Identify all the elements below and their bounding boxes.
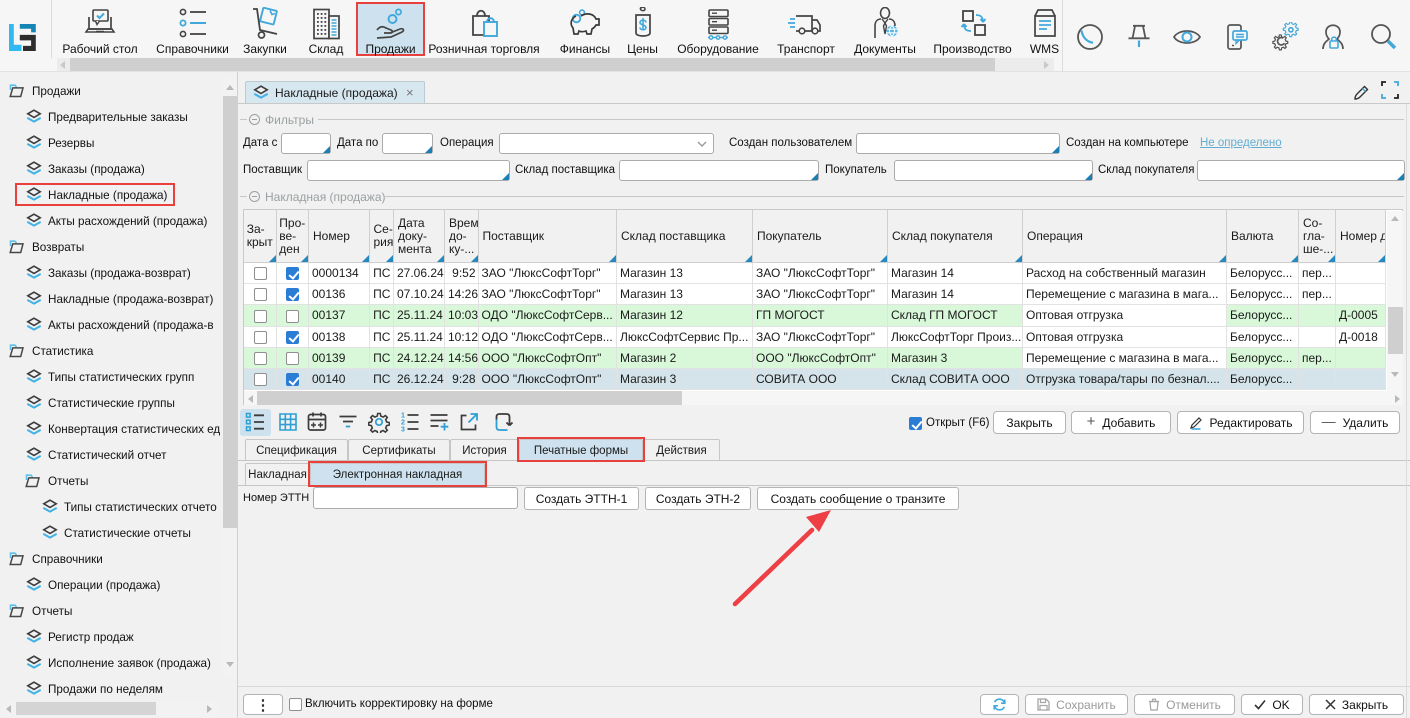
svg-text:1: 1 [401,413,405,420]
svg-text:2: 2 [401,420,405,427]
svg-text:3: 3 [401,427,405,434]
